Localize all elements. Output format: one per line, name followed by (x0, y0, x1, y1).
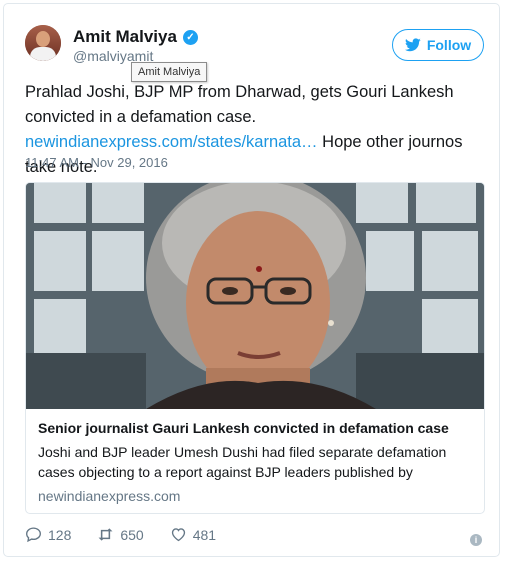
card-image (26, 183, 484, 409)
reply-action[interactable]: 128 (25, 526, 71, 543)
retweet-icon (98, 528, 113, 541)
follow-button[interactable]: Follow (392, 29, 484, 61)
like-action[interactable]: 481 (170, 526, 216, 543)
card-body: Senior journalist Gauri Lankesh convicte… (38, 419, 474, 504)
reply-count: 128 (48, 526, 72, 543)
card-title[interactable]: Senior journalist Gauri Lankesh convicte… (38, 419, 474, 437)
heart-icon (171, 528, 185, 542)
timestamp[interactable]: 11:47 AM - Nov 29, 2016 (25, 155, 168, 170)
card-description: Joshi and BJP leader Umesh Dushi had fil… (38, 444, 447, 480)
tweet-actions: 128 650 481 (25, 526, 242, 543)
name-tooltip: Amit Malviya (131, 62, 208, 82)
link-card[interactable]: Senior journalist Gauri Lankesh convicte… (25, 182, 485, 514)
tweet-link[interactable]: newindianexpress.com/states/karnata… (25, 133, 318, 151)
retweet-action[interactable]: 650 (97, 526, 144, 543)
tweet-card: Amit Malviya ✓ @malviyamit Amit Malviya … (3, 3, 500, 557)
avatar[interactable] (25, 25, 61, 61)
tweet-text-part1: Prahlad Joshi, BJP MP from Dharwad, gets… (25, 83, 454, 126)
reply-icon (26, 527, 41, 543)
twitter-bird-icon (404, 38, 421, 52)
retweet-count: 650 (120, 526, 144, 543)
author-name-row[interactable]: Amit Malviya ✓ (73, 27, 198, 47)
card-photo-illustration (26, 183, 484, 409)
follow-label: Follow (426, 37, 472, 53)
info-icon[interactable]: i (470, 534, 482, 546)
like-count: 481 (192, 526, 217, 543)
card-domain: newindianexpress.com (38, 488, 181, 504)
author-name[interactable]: Amit Malviya (73, 27, 177, 47)
verified-badge-icon: ✓ (182, 29, 198, 45)
